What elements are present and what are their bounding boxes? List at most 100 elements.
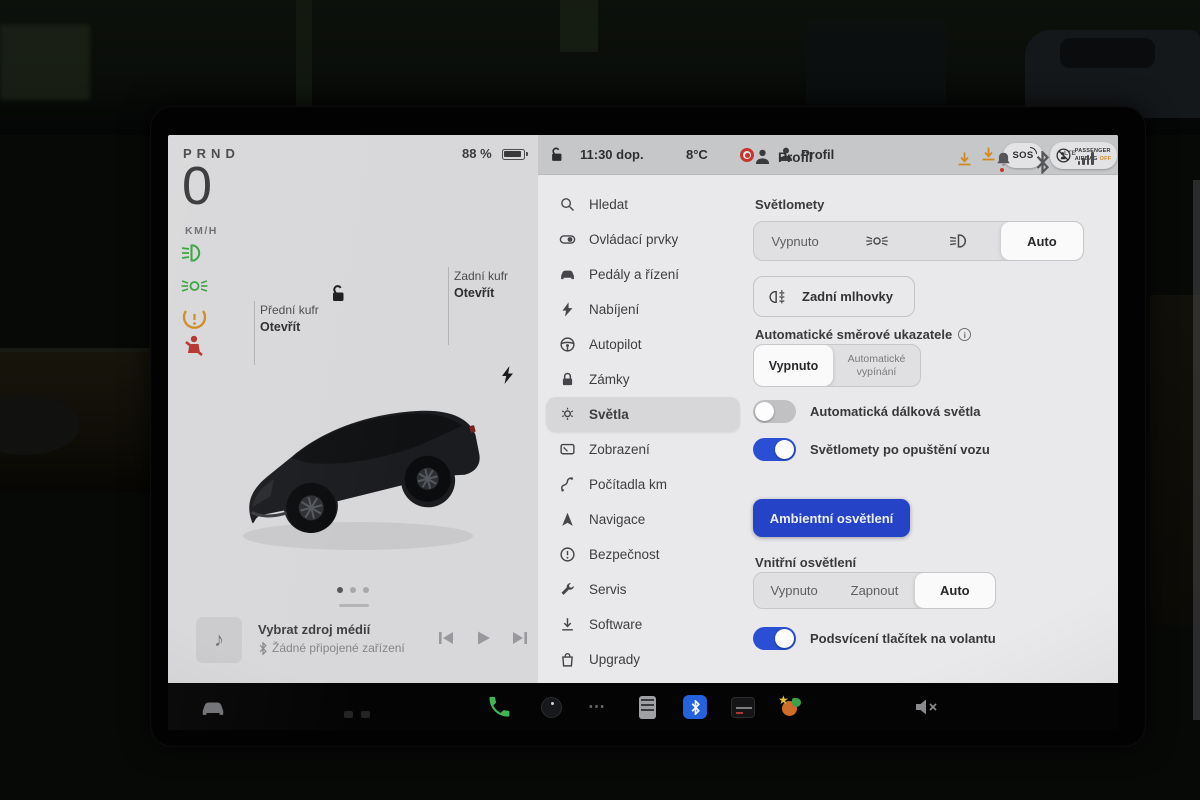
speed-unit: KM/H xyxy=(185,225,218,237)
status-bar: 11:30 dop. 8°C Profil SOS xyxy=(538,135,1118,175)
menu-item-search[interactable]: Hledat xyxy=(546,187,740,222)
phone-app-icon[interactable] xyxy=(486,694,512,720)
notifications-bell-icon[interactable] xyxy=(995,151,1012,168)
menu-item-display[interactable]: Zobrazení xyxy=(546,432,740,467)
interior-on-option[interactable]: Zapnout xyxy=(834,573,914,608)
toggle-icon xyxy=(559,231,576,248)
bluetooth-app-icon[interactable] xyxy=(682,694,708,720)
calendar-app-icon[interactable] xyxy=(730,694,756,720)
alert-circle-icon xyxy=(559,546,576,563)
route-icon xyxy=(559,476,576,493)
headlights-off-option[interactable]: Vypnuto xyxy=(754,222,836,260)
rear-fog-lights-button[interactable]: Zadní mlhovky xyxy=(753,276,915,317)
position-lamps-indicator-icon xyxy=(181,274,208,298)
window-glow xyxy=(0,25,90,100)
auto-turn-signals-label: Automatické směrové ukazatele i xyxy=(755,327,971,342)
steering-backlight-toggle[interactable] xyxy=(753,627,796,650)
rear-fog-icon xyxy=(768,288,790,306)
info-icon[interactable]: i xyxy=(958,328,971,341)
auto-high-beams-toggle[interactable] xyxy=(753,400,796,423)
vehicle-render[interactable] xyxy=(223,341,501,569)
download-icon xyxy=(559,616,576,633)
front-trunk-action[interactable]: Otevřít xyxy=(260,319,319,335)
window-mullion xyxy=(296,0,312,106)
profile-icon xyxy=(754,148,771,165)
rear-trunk-action[interactable]: Otevřít xyxy=(454,285,508,301)
rear-trunk-leader-line xyxy=(448,267,449,345)
next-track-button[interactable] xyxy=(507,625,533,651)
shopping-bag-icon xyxy=(559,651,576,668)
car-controls-icon[interactable] xyxy=(200,694,226,720)
interior-auto-option[interactable]: Auto xyxy=(915,573,995,608)
music-note-icon: ♪ xyxy=(214,629,224,652)
more-apps-icon[interactable]: ⋯ xyxy=(584,694,610,720)
media-device-status: Žádné připojené zařízení xyxy=(258,641,405,655)
previous-track-button[interactable] xyxy=(433,625,459,651)
menu-item-controls[interactable]: Ovládací prvky xyxy=(546,222,740,257)
page-dot[interactable] xyxy=(337,587,343,593)
play-button[interactable] xyxy=(470,625,496,651)
headlights-lowbeam-option[interactable] xyxy=(919,222,1001,260)
menu-item-charging[interactable]: Nabíjení xyxy=(546,292,740,327)
app-launcher-bar: ⋯ ★ xyxy=(168,683,1118,730)
steering-wheel-icon xyxy=(559,336,576,353)
page-dot[interactable] xyxy=(350,587,356,593)
cluster-page-dots[interactable] xyxy=(168,587,538,595)
bluetooth-icon xyxy=(258,642,268,655)
dashcam-record-icon[interactable] xyxy=(740,148,754,162)
menu-item-locks[interactable]: Zámky xyxy=(546,362,740,397)
lock-icon xyxy=(559,371,576,388)
menu-item-software[interactable]: Software xyxy=(546,607,740,642)
battery-percent: 88 % xyxy=(462,146,492,161)
bluetooth-icon[interactable] xyxy=(1034,151,1051,168)
media-drag-handle[interactable] xyxy=(339,604,369,607)
airbag-state: OFF xyxy=(1100,156,1112,162)
mute-speaker-icon[interactable] xyxy=(913,694,939,720)
interior-off-option[interactable]: Vypnuto xyxy=(754,573,834,608)
auto-high-beams-label: Automatická dálková světla xyxy=(810,404,981,419)
menu-item-upgrades[interactable]: Upgrady xyxy=(546,642,740,677)
settings-panel: 11:30 dop. 8°C Profil SOS xyxy=(538,135,1118,683)
headlights-auto-option[interactable]: Auto xyxy=(1001,222,1083,260)
panel-title[interactable]: Profil xyxy=(778,150,813,165)
front-trunk-control[interactable]: Přední kufr Otevřít xyxy=(260,303,319,335)
media-art-placeholder[interactable]: ♪ xyxy=(196,617,242,663)
page-dot[interactable] xyxy=(363,587,369,593)
steering-backlight-row: Podsvícení tlačítek na volantu xyxy=(753,627,996,650)
menu-item-safety[interactable]: Bezpečnost xyxy=(546,537,740,572)
menu-item-trip-meters[interactable]: Počítadla km xyxy=(546,467,740,502)
charge-port-bolt-icon[interactable] xyxy=(501,366,514,384)
background-car-window xyxy=(1060,38,1155,68)
unlocked-icon xyxy=(326,283,346,303)
radio-app-icon[interactable] xyxy=(634,694,660,720)
cluster-panel: PRND 88 % 0 KM/H xyxy=(168,135,538,683)
toybox-app-icon[interactable]: ★ xyxy=(776,694,802,720)
notification-badge xyxy=(1000,168,1004,172)
unlocked-icon[interactable] xyxy=(547,146,564,163)
low-beam-icon xyxy=(947,232,973,250)
signals-off-option[interactable]: Vypnuto xyxy=(754,345,833,386)
ambient-lighting-button[interactable]: Ambientní osvětlení xyxy=(753,499,910,537)
menu-item-pedals-steering[interactable]: Pedály a řízení xyxy=(546,257,740,292)
rear-trunk-control[interactable]: Zadní kufr Otevřít xyxy=(454,269,508,301)
software-update-icon[interactable] xyxy=(956,151,973,168)
signals-auto-option[interactable]: Automatické vypínání xyxy=(833,345,920,386)
seatbelt-warning-icon xyxy=(181,334,208,358)
menu-item-lights[interactable]: Světla xyxy=(546,397,740,432)
outside-temperature[interactable]: 8°C xyxy=(686,147,708,162)
headlights-parking-option[interactable] xyxy=(836,222,918,260)
headlights-section-label: Světlomety xyxy=(755,197,824,212)
auto-high-beams-row: Automatická dálková světla xyxy=(753,400,981,423)
menu-item-service[interactable]: Servis xyxy=(546,572,740,607)
speed-value: 0 xyxy=(182,155,212,217)
menu-item-navigation[interactable]: Navigace xyxy=(546,502,740,537)
climate-shortcut-icons[interactable] xyxy=(344,711,370,718)
dashboard-trim-line xyxy=(0,348,152,352)
car-icon xyxy=(559,266,576,283)
media-source-label[interactable]: Vybrat zdroj médií xyxy=(258,622,370,637)
rear-trunk-title: Zadní kufr xyxy=(454,269,508,283)
menu-item-autopilot[interactable]: Autopilot xyxy=(546,327,740,362)
window-glow xyxy=(560,0,598,52)
dashcam-app-icon[interactable] xyxy=(538,694,564,720)
headlights-after-exit-toggle[interactable] xyxy=(753,438,796,461)
